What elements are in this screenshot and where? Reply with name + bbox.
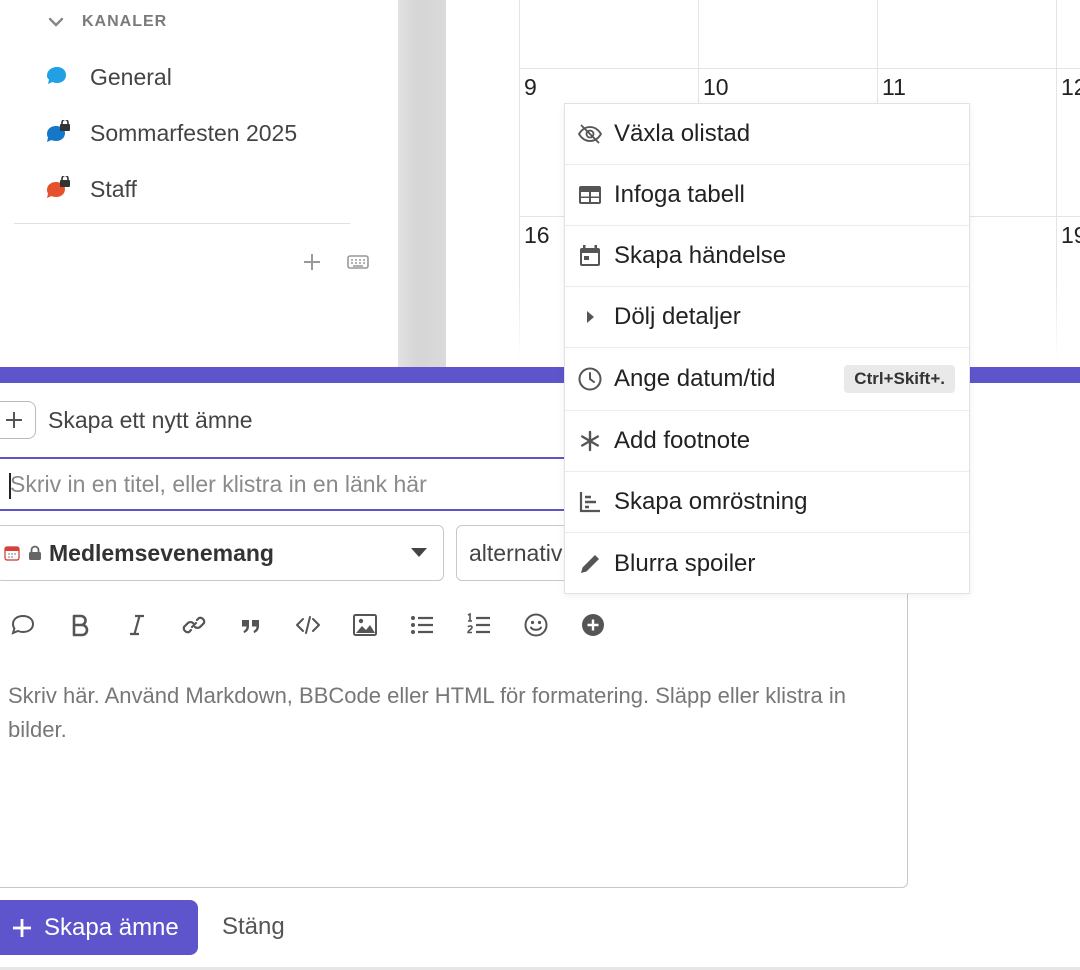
keyboard-shortcuts-button[interactable]: [344, 248, 372, 276]
menu-item-label: Dölj detaljer: [614, 303, 741, 330]
create-topic-label: Skapa ämne: [44, 913, 179, 941]
sidebar-item-general[interactable]: General: [44, 57, 172, 97]
calendar-day-cell[interactable]: [519, 0, 698, 69]
locked-chat-bubble-icon: [44, 174, 72, 202]
editor-placeholder: Skriv här. Använd Markdown, BBCode eller…: [8, 683, 846, 742]
menu-item-create-event[interactable]: Skapa händelse: [565, 226, 969, 287]
menu-item-label: Skapa händelse: [614, 242, 787, 269]
menu-item-label: Add footnote: [614, 427, 751, 454]
image-upload-button[interactable]: [347, 609, 404, 641]
channels-section-header[interactable]: KANALER: [46, 12, 167, 32]
numbered-list-button[interactable]: [461, 609, 518, 641]
bulleted-list-icon: [411, 616, 433, 634]
code-button[interactable]: [290, 609, 347, 641]
menu-item-create-poll[interactable]: Skapa omröstning: [565, 472, 969, 533]
quote-reply-button[interactable]: [5, 609, 62, 641]
menu-item-insert-table[interactable]: Infoga tabell: [565, 165, 969, 226]
link-icon: [182, 616, 206, 634]
locked-chat-bubble-icon: [44, 118, 72, 146]
calendar-day-number: 19: [1061, 222, 1080, 248]
link-button[interactable]: [176, 609, 233, 641]
image-icon: [353, 614, 377, 636]
emoji-button[interactable]: [518, 609, 575, 641]
italic-icon: [130, 614, 144, 636]
chat-bubble-icon: [44, 64, 72, 90]
quote-bubble-icon: [11, 614, 35, 635]
blockquote-button[interactable]: [233, 609, 290, 641]
menu-item-label: Blurra spoiler: [614, 549, 756, 577]
channels-section-title: KANALER: [82, 13, 168, 30]
menu-item-hide-details[interactable]: Dölj detaljer: [565, 287, 969, 348]
sidebar: KANALER General Sommarfesten 2025 Staff: [0, 0, 398, 370]
keyboard-shortcut-badge: Ctrl+Skift+.: [844, 365, 955, 393]
topic-title-input[interactable]: [0, 457, 570, 511]
text-caret: [9, 473, 11, 499]
bold-icon: [72, 614, 89, 637]
create-topic-button[interactable]: Skapa ämne: [0, 900, 198, 955]
calendar-day-number: 10: [703, 74, 729, 100]
plus-icon: [304, 254, 320, 270]
menu-item-label: Ange datum/tid: [614, 365, 776, 392]
composer-editor[interactable]: Skriv här. Använd Markdown, BBCode eller…: [0, 591, 908, 888]
sidebar-edge: [398, 0, 446, 370]
blockquote-icon: [242, 620, 259, 633]
close-composer-link[interactable]: Stäng: [222, 913, 285, 941]
sidebar-item-label: Staff: [90, 175, 137, 202]
editor-toolbar: [5, 609, 632, 641]
calendar-day-cell[interactable]: [698, 0, 877, 69]
emoji-icon: [524, 613, 548, 637]
caret-right-icon: [577, 304, 603, 330]
category-select[interactable]: Medlemsevenemang: [0, 525, 444, 581]
menu-item-label: Skapa omröstning: [614, 488, 808, 515]
chevron-down-icon: [48, 17, 64, 27]
chart-bar-icon: [577, 489, 603, 515]
calendar-day-cell[interactable]: [877, 0, 1056, 69]
toolbar-options-menu: Växla olistad Infoga tabell Skapa händel…: [564, 103, 970, 594]
calendar-icon: [577, 243, 603, 269]
calendar-day-number: 16: [524, 222, 550, 248]
eye-slash-icon: [577, 121, 603, 147]
menu-item-label: Infoga tabell: [614, 181, 745, 208]
category-select-label: Medlemsevenemang: [49, 539, 274, 566]
menu-item-blur-spoiler[interactable]: Blurra spoiler: [565, 533, 969, 594]
add-channel-button[interactable]: [298, 248, 326, 276]
calendar-day-cell[interactable]: 12: [1056, 68, 1080, 217]
table-icon: [577, 182, 603, 208]
sidebar-item-label: Sommarfesten 2025: [90, 119, 298, 146]
pencil-icon: [577, 551, 603, 577]
asterisk-icon: [577, 428, 603, 454]
menu-item-add-footnote[interactable]: Add footnote: [565, 411, 969, 472]
sidebar-item-staff[interactable]: Staff: [44, 169, 137, 209]
more-options-button[interactable]: [575, 609, 632, 641]
plus-icon: [13, 918, 31, 937]
composer-action-label: Skapa ett nytt ämne: [48, 406, 253, 433]
plus-icon: [0, 401, 36, 439]
chevron-down-icon: [411, 548, 427, 557]
keyboard-icon: [347, 255, 369, 269]
italic-button[interactable]: [119, 609, 176, 641]
bulleted-list-button[interactable]: [404, 609, 461, 641]
menu-item-toggle-unlisted[interactable]: Växla olistad: [565, 104, 969, 165]
calendar-day-number: 9: [524, 74, 537, 100]
clock-icon: [577, 366, 603, 392]
sidebar-divider: [14, 223, 350, 224]
composer-action-selector[interactable]: Skapa ett nytt ämne: [0, 401, 253, 439]
sidebar-item-label: General: [90, 63, 172, 90]
code-icon: [296, 616, 320, 634]
sidebar-item-sommarfesten[interactable]: Sommarfesten 2025: [44, 113, 297, 153]
menu-item-set-datetime[interactable]: Ange datum/tid Ctrl+Skift+.: [565, 348, 969, 411]
calendar-day-number: 11: [882, 74, 906, 100]
lock-icon: [29, 545, 41, 560]
menu-item-label: Växla olistad: [614, 120, 751, 147]
bold-button[interactable]: [62, 609, 119, 641]
tag-select-label: alternativ: [469, 539, 563, 566]
calendar-day-number: 12: [1061, 74, 1080, 100]
plus-circle-icon: [582, 614, 604, 636]
numbered-list-icon: [467, 612, 490, 634]
calendar-day-cell[interactable]: [1056, 0, 1080, 69]
calendar-icon: [4, 546, 20, 561]
